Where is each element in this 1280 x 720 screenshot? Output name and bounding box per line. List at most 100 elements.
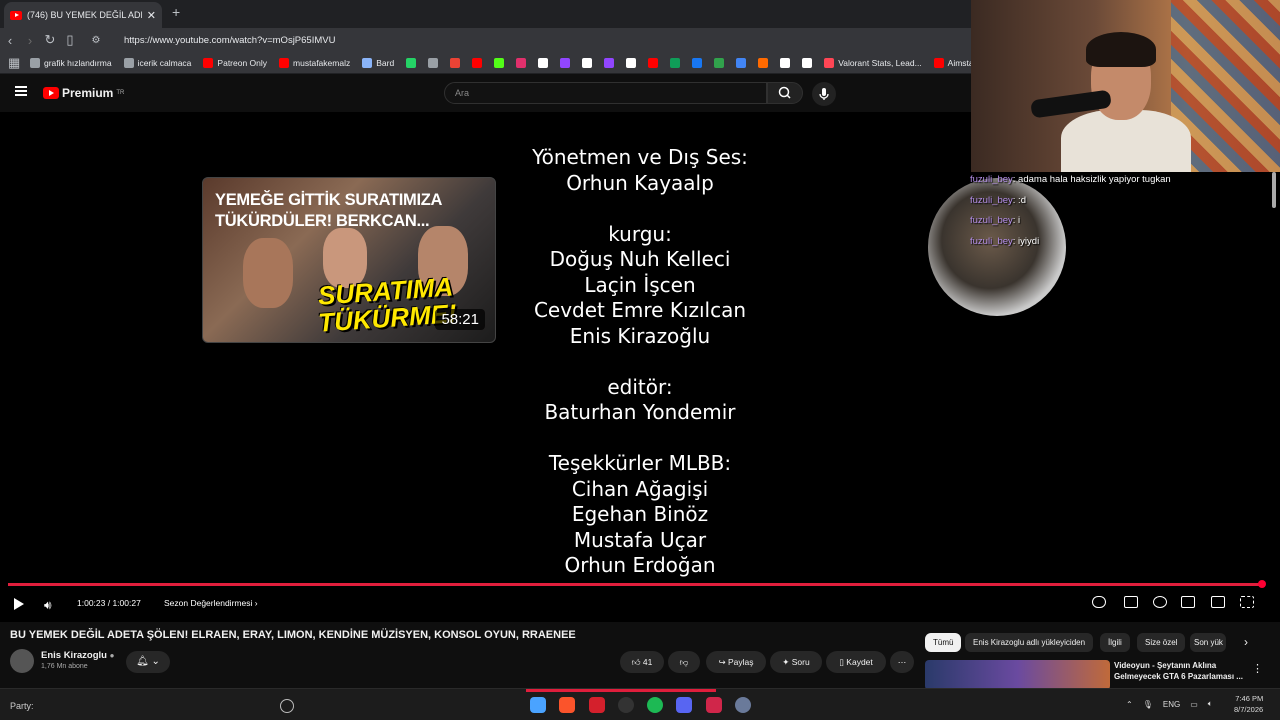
end-screen-video-thumbnail[interactable]: YEMEĞE GİTTİK SURATIMIZA TÜKÜRDÜLER! BER… — [202, 177, 496, 343]
chips-next-icon[interactable]: › — [1236, 633, 1256, 652]
bookmark-item[interactable]: Patreon Only — [203, 57, 268, 68]
taskbar-clock[interactable]: 7:46 PM 8/7/2026 — [1234, 693, 1263, 715]
recommended-video-title[interactable]: Videoyun - Şeytanın Aklına Gelmeyecek GT… — [1114, 660, 1249, 682]
site-info-icon[interactable]: ⚙ — [86, 35, 106, 46]
bookmark-item[interactable] — [582, 57, 593, 68]
bookmark-item[interactable] — [802, 57, 813, 68]
chat-message: fuzuli_bey: iyiydi — [970, 232, 1270, 253]
more-actions-button[interactable]: ⋯ — [890, 651, 914, 673]
discord-icon[interactable] — [676, 697, 692, 713]
forward-icon[interactable]: › — [20, 33, 40, 48]
obs-icon[interactable] — [618, 697, 634, 713]
bookmark-item[interactable] — [780, 57, 791, 68]
bookmark-item[interactable]: Valorant Stats, Lead... — [824, 57, 922, 68]
play-icon[interactable] — [14, 598, 24, 610]
bookmark-item[interactable] — [516, 57, 527, 68]
apps-grid-icon[interactable]: ▦ — [8, 55, 20, 71]
language-indicator[interactable]: ENG — [1163, 700, 1180, 709]
dislike-button[interactable]: 👎︎ — [668, 651, 700, 673]
notification-bell-button[interactable]: 🔔︎ ⌄ — [126, 651, 170, 673]
bookmark-item[interactable] — [648, 57, 659, 68]
bookmark-item[interactable] — [714, 57, 725, 68]
youtube-premium-logo[interactable]: Premium TR — [43, 86, 124, 100]
streamer-hair — [1086, 32, 1156, 67]
recommended-video-menu-icon[interactable]: ⋮ — [1252, 662, 1263, 675]
hamburger-menu-icon[interactable] — [15, 86, 27, 96]
fullscreen-icon[interactable] — [1240, 596, 1254, 608]
microphone-tray-icon[interactable]: 🎙︎ — [1143, 700, 1153, 709]
bookmark-item[interactable] — [692, 57, 703, 68]
miniplayer-icon[interactable] — [1181, 596, 1195, 608]
subtitles-icon[interactable] — [1124, 596, 1138, 608]
bookmark-item[interactable] — [428, 57, 439, 68]
back-icon[interactable]: ‹ — [0, 33, 20, 48]
bookmark-item[interactable]: Bard — [362, 57, 394, 68]
bookmark-item[interactable]: icerik calmaca — [123, 57, 191, 68]
bookmark-item[interactable] — [494, 57, 505, 68]
reload-icon[interactable]: ↻ — [40, 32, 60, 48]
autoplay-toggle-icon[interactable] — [1092, 596, 1106, 608]
bookmark-item[interactable] — [472, 57, 483, 68]
channel-name[interactable]: Enis Kirazoglu ● — [41, 650, 114, 661]
filter-chip[interactable]: Enis Kirazoglu adlı yükleyiciden — [965, 633, 1094, 652]
search-input[interactable]: Ara — [444, 82, 767, 104]
video-credits: Yönetmen ve Dış Ses: Orhun Kayaalp kurgu: D… — [490, 145, 790, 579]
settings-icon[interactable] — [735, 697, 751, 713]
bookmark-item[interactable] — [406, 57, 417, 68]
bookmark-item[interactable] — [604, 57, 615, 68]
new-tab-button[interactable]: + — [172, 4, 180, 20]
bookmark-label: mustafakemalz — [293, 57, 351, 68]
settings-gear-icon[interactable] — [1153, 596, 1167, 608]
channel-avatar[interactable] — [10, 649, 34, 673]
close-tab-icon[interactable]: ✕ — [147, 9, 156, 22]
ask-button[interactable]: ✦ Soru — [770, 651, 822, 673]
bookmark-item[interactable] — [560, 57, 571, 68]
windows-start-icon[interactable] — [530, 697, 546, 713]
recommended-video-thumbnail[interactable] — [925, 660, 1110, 690]
voice-search-button[interactable] — [812, 82, 836, 106]
chat-text: : iyiydi — [1012, 235, 1040, 247]
bookmark-item[interactable] — [670, 57, 681, 68]
video-progress-bar[interactable] — [8, 583, 1263, 586]
app-red-icon[interactable] — [589, 697, 605, 713]
youtube-logo-icon — [43, 87, 59, 99]
bookmark-label: Patreon Only — [217, 57, 268, 68]
browser-tab[interactable]: (746) BU YEMEK DEĞİL ADETA ✕ — [4, 2, 162, 28]
volume-icon[interactable]: 🔊︎ — [44, 598, 52, 613]
taskbar-search-text[interactable]: Party: — [10, 701, 34, 711]
spotify-icon[interactable] — [647, 697, 663, 713]
bookmark-icon[interactable]: ▯ — [60, 32, 80, 48]
progress-scrubber-handle[interactable] — [1258, 580, 1266, 588]
bookmark-item[interactable] — [450, 57, 461, 68]
share-label: Paylaş — [727, 657, 754, 667]
bookmark-favicon-icon — [604, 57, 615, 68]
like-button[interactable]: 👍︎ 41 — [620, 651, 664, 673]
copilot-icon[interactable] — [280, 699, 294, 713]
bookmark-favicon-icon — [582, 57, 593, 68]
save-button[interactable]: ▯ Kaydet — [826, 651, 886, 673]
filter-chip[interactable]: Tümü — [925, 633, 962, 652]
more-icon: ⋯ — [897, 657, 907, 667]
brave-browser-icon[interactable] — [559, 697, 575, 713]
share-button[interactable]: ↪ Paylaş — [706, 651, 766, 673]
filter-chip[interactable]: İlgili — [1100, 633, 1130, 652]
bookmark-item[interactable] — [626, 57, 637, 68]
scrollbar[interactable] — [1272, 172, 1276, 208]
url-field[interactable]: https://www.youtube.com/watch?v=mOsjP65I… — [124, 35, 335, 46]
filter-chip[interactable]: Size özel — [1137, 633, 1186, 652]
app-pink-icon[interactable] — [706, 697, 722, 713]
chevron-down-icon: ⌄ — [151, 656, 160, 667]
bookmark-item[interactable]: mustafakemalz — [279, 57, 351, 68]
speaker-icon[interactable]: 🔈︎ — [1208, 699, 1213, 709]
credits-line: Orhun Erdoğan — [564, 553, 716, 577]
search-button[interactable] — [767, 82, 803, 104]
bookmark-item[interactable]: grafik hızlandırma — [30, 57, 112, 68]
chapter-title[interactable]: Sezon Değerlendirmesi › — [164, 598, 258, 608]
bookmark-item[interactable] — [736, 57, 747, 68]
filter-chip[interactable]: Son yük — [1190, 633, 1226, 652]
network-icon[interactable]: ▭ — [1190, 700, 1198, 709]
tray-chevron-icon[interactable]: ⌃ — [1126, 700, 1133, 709]
bookmark-item[interactable] — [758, 57, 769, 68]
bookmark-item[interactable] — [538, 57, 549, 68]
cast-icon[interactable] — [1211, 596, 1225, 608]
